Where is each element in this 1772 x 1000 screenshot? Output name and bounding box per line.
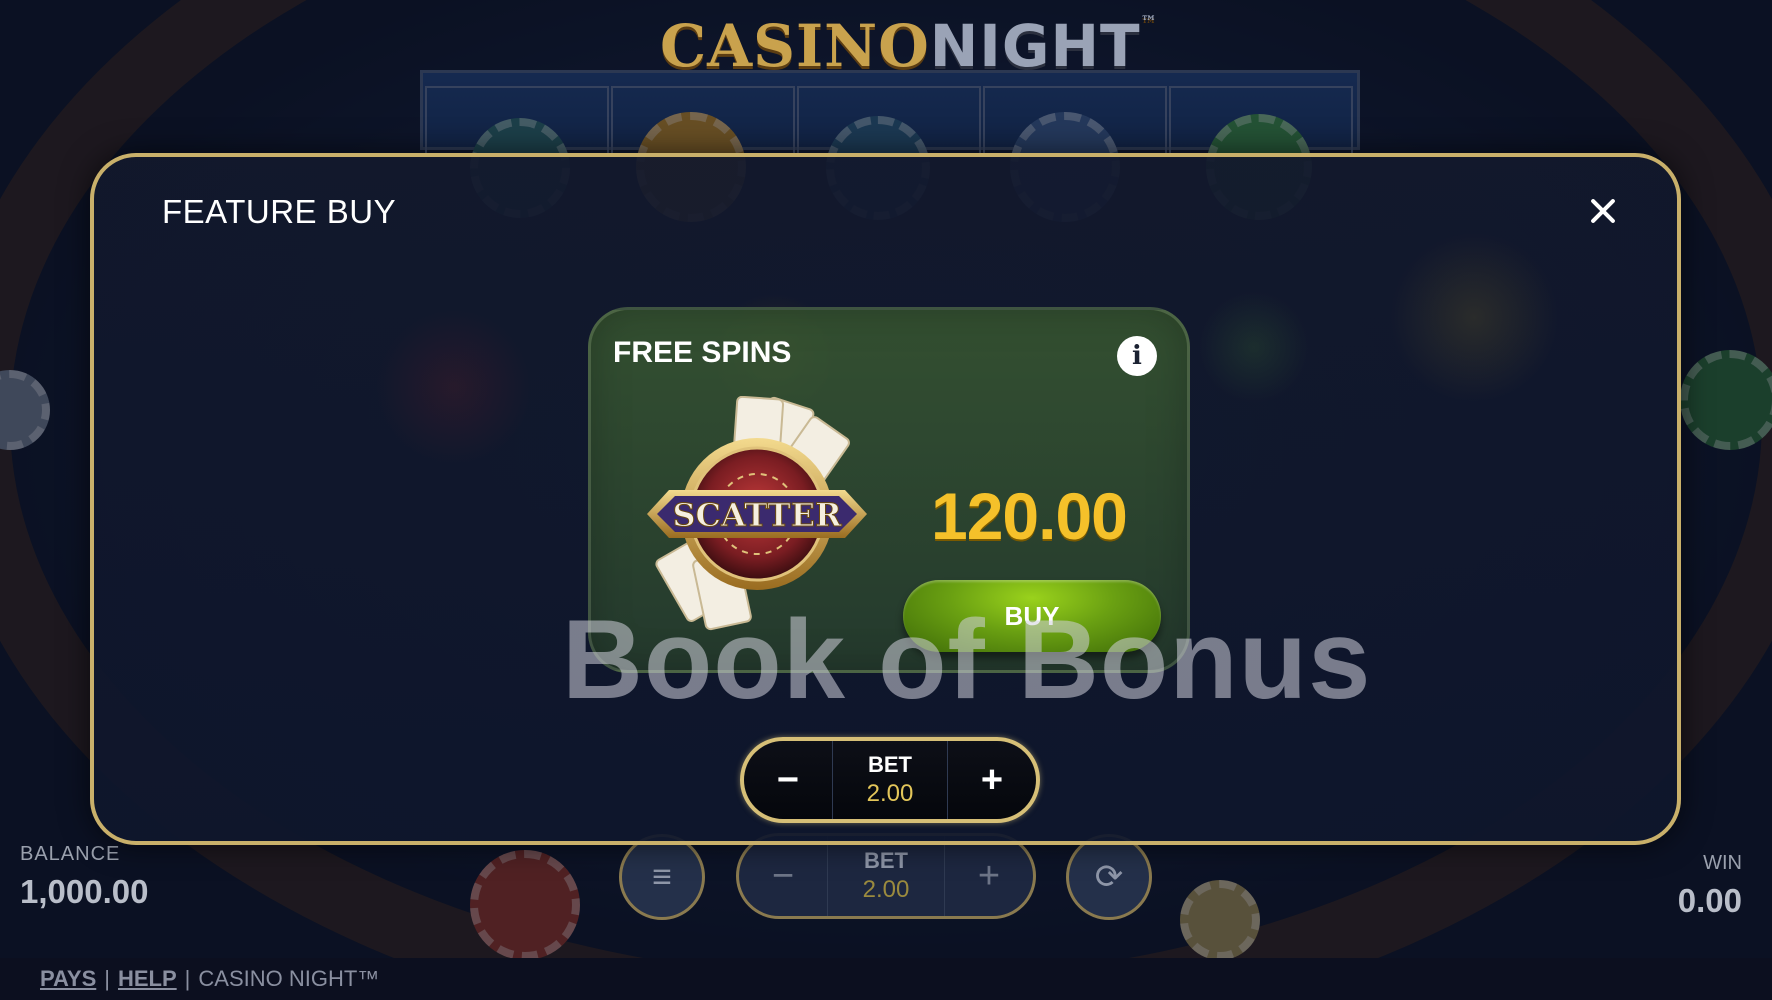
menu-button[interactable]: ≡ (619, 834, 705, 920)
logo-main-text: CASINO (660, 12, 930, 80)
help-link[interactable]: HELP (118, 966, 177, 992)
footer-game-name: CASINO NIGHT™ (198, 966, 380, 991)
modal-bet-value: 2.00 (866, 780, 914, 807)
footer-separator: | (184, 966, 191, 991)
modal-bet-control: − BET 2.00 + (740, 737, 1040, 823)
info-icon[interactable]: i (1117, 336, 1157, 376)
win-label: WIN (1703, 852, 1742, 874)
modal-bet-decrease-button[interactable]: − (744, 741, 832, 819)
bet-control-background: − BET 2.00 + (736, 833, 1036, 919)
close-icon[interactable] (1581, 189, 1625, 233)
hamburger-icon: ≡ (652, 857, 672, 896)
modal-bet-increase-button[interactable]: + (948, 741, 1036, 819)
autoplay-button[interactable]: ⟳ (1066, 834, 1152, 920)
footer-separator: | (104, 966, 110, 991)
modal-bet-label: BET (868, 752, 912, 777)
balance-value: 1,000.00 (20, 873, 149, 910)
win-value: 0.00 (1677, 882, 1742, 919)
feature-price: 120.00 (931, 479, 1128, 553)
modal-bet-display: BET 2.00 (832, 741, 948, 819)
balance-label: BALANCE (20, 843, 121, 865)
watermark-text: Book of Bonus (562, 597, 1372, 722)
modal-title: FEATURE BUY (162, 193, 397, 230)
logo-accent-text: NIGHT (929, 12, 1141, 80)
bet-label: BET (864, 848, 908, 873)
bet-increase-button[interactable]: + (945, 836, 1033, 916)
bet-display: BET 2.00 (827, 836, 945, 916)
feature-buy-modal: FEATURE BUY FREE SPINS i SCATTER 120.00 … (90, 153, 1681, 845)
bet-decrease-button[interactable]: − (739, 836, 827, 916)
bet-value: 2.00 (862, 876, 910, 903)
logo-trademark: ™ (1140, 12, 1158, 31)
scatter-label: SCATTER (672, 496, 842, 534)
footer-bar: PAYS | HELP | CASINO NIGHT™ (0, 958, 1772, 1000)
autoplay-icon: ⟳ (1094, 858, 1124, 896)
game-logo: CASINONIGHT™ (660, 12, 1158, 80)
card-title: FREE SPINS (613, 336, 792, 369)
pays-link[interactable]: PAYS (40, 966, 96, 992)
